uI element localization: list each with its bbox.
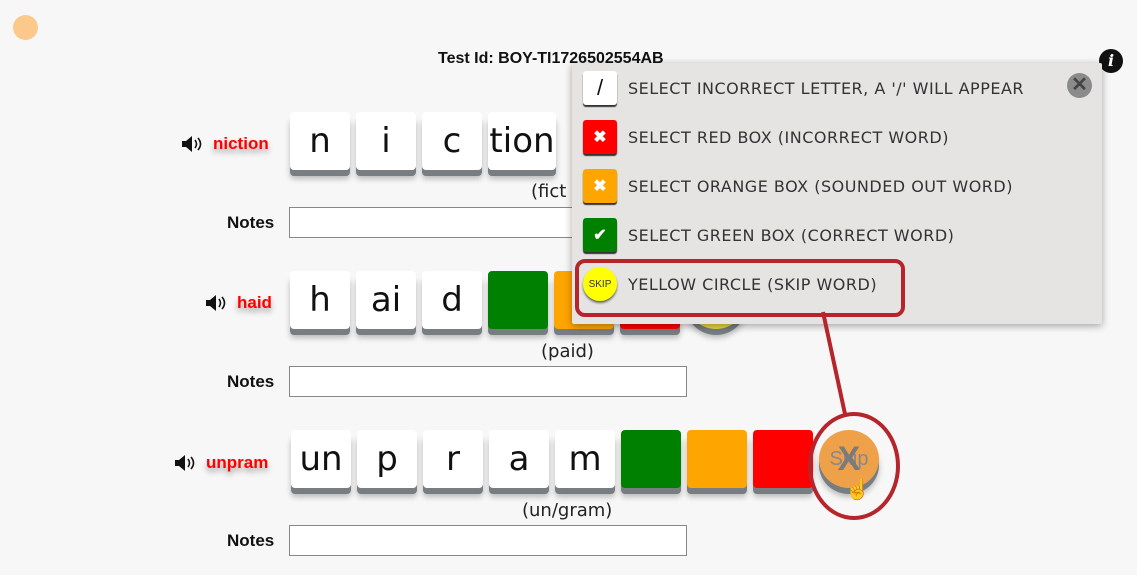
hand-cursor-icon: ☝ bbox=[845, 479, 870, 501]
annotation-connector-line bbox=[821, 311, 847, 415]
annotation-highlight-circle bbox=[808, 412, 900, 520]
